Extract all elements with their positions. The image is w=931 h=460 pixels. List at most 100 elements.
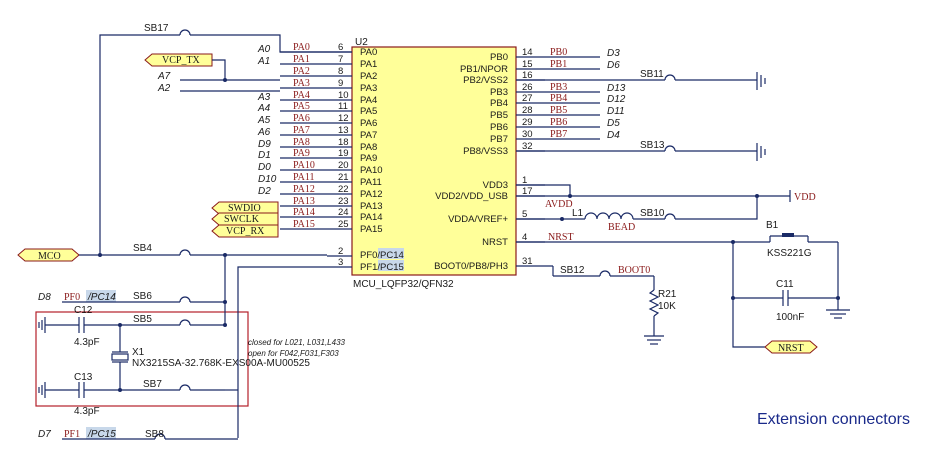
chip-right-num-29: 29 bbox=[522, 117, 533, 128]
net-label-pa6: PA6 bbox=[293, 113, 310, 124]
chip-right-name-pb2-vss2: PB2/VSS2 bbox=[463, 75, 508, 86]
arduino-label-a0: A0 bbox=[257, 44, 271, 55]
net-label-pa2: PA2 bbox=[293, 66, 310, 77]
net-label-pb4: PB4 bbox=[550, 93, 567, 104]
pin-num-10: 10 bbox=[338, 90, 349, 101]
sb7-label: SB7 bbox=[143, 379, 162, 390]
arduino-label-d2: D2 bbox=[258, 186, 271, 197]
chip-right-num-28: 28 bbox=[522, 105, 533, 116]
pin-num-11: 11 bbox=[338, 101, 348, 112]
pin-name-pf0: PF0/PC14 bbox=[360, 250, 404, 261]
arduino-label-a6: A6 bbox=[257, 127, 271, 138]
arduino-label-d5: D5 bbox=[607, 118, 620, 129]
pin-num-21: 21 bbox=[338, 172, 349, 183]
svg-text:NRST: NRST bbox=[778, 343, 804, 354]
chip-right-num-1: 1 bbox=[522, 175, 527, 186]
net-label-pb5: PB5 bbox=[550, 105, 567, 116]
net-label-pa14: PA14 bbox=[293, 207, 315, 218]
chip-right-name-pb8-vss3: PB8/VSS3 bbox=[463, 146, 508, 157]
c13-val: 4.3pF bbox=[74, 406, 100, 417]
net-label-pa11: PA11 bbox=[293, 172, 315, 183]
chip-right-name-nrst: NRST bbox=[482, 237, 508, 248]
chip-right-name-pb0: PB0 bbox=[490, 52, 508, 63]
r21-ref: R21 bbox=[658, 289, 677, 300]
pin-num-6: 6 bbox=[338, 42, 343, 53]
pin-name-pa9: PA9 bbox=[360, 153, 377, 164]
net-label-pa9: PA9 bbox=[293, 148, 310, 159]
b1-ref: B1 bbox=[766, 220, 779, 231]
bead-l1 bbox=[584, 212, 634, 220]
osc-note1: closed for L021, L031,L433 bbox=[248, 338, 346, 347]
pin-name-pa8: PA8 bbox=[360, 142, 377, 153]
b1-val: KSS221G bbox=[767, 248, 812, 259]
svg-text:VCP_RX: VCP_RX bbox=[226, 226, 265, 237]
chip-right-num-32: 32 bbox=[522, 141, 533, 152]
chip-right-name-pb3: PB3 bbox=[490, 87, 508, 98]
chip-right-num-27: 27 bbox=[522, 93, 533, 104]
boot0-net: BOOT0 bbox=[618, 265, 650, 276]
chip-part: MCU_LQFP32/QFN32 bbox=[353, 279, 454, 290]
chip-right-name-pb7: PB7 bbox=[490, 134, 508, 145]
pin-num-23: 23 bbox=[338, 196, 349, 207]
arduino-label-a7: A7 bbox=[157, 71, 171, 82]
net-label-pb0: PB0 bbox=[550, 47, 567, 58]
pin-num-19: 19 bbox=[338, 148, 349, 159]
pin-name-pa12: PA12 bbox=[360, 189, 383, 200]
chip-right-num-31: 31 bbox=[522, 256, 533, 267]
arduino-label-d1: D1 bbox=[258, 150, 271, 161]
arduino-label-a3: A3 bbox=[257, 92, 271, 103]
sb17-label: SB17 bbox=[144, 23, 169, 34]
chip-right-num-4: 4 bbox=[522, 232, 527, 243]
chip-right-name-boot0: BOOT0/PB8/PH3 bbox=[434, 261, 508, 272]
pin-num-7: 7 bbox=[338, 54, 343, 65]
arduino-label-d0: D0 bbox=[258, 162, 271, 173]
right-net-labels: PB0 D3 PB1 D6 PB3 D13 PB4 D12 PB5 D11 PB6 D5 PB7 D4 bbox=[545, 47, 626, 141]
title-extension-connectors: Extension connectors bbox=[757, 411, 910, 428]
chip-right-num-17: 17 bbox=[522, 186, 533, 197]
arduino-label-a4: A4 bbox=[257, 103, 271, 114]
pin-name-pa14: PA14 bbox=[360, 212, 383, 223]
c12-ref: C12 bbox=[74, 305, 93, 316]
osc-d8: D8 bbox=[38, 292, 51, 303]
pin-name-pa4: PA4 bbox=[360, 95, 377, 106]
pin-name-pf1: PF1/PC15 bbox=[360, 262, 404, 273]
sb4-label: SB4 bbox=[133, 243, 152, 254]
osc-pc15: /PC15 bbox=[87, 429, 116, 440]
pin-name-pa15: PA15 bbox=[360, 224, 383, 235]
chip-right-num-16: 16 bbox=[522, 70, 533, 81]
pin-name-pa10: PA10 bbox=[360, 165, 383, 176]
pin-num-3: 3 bbox=[338, 257, 343, 268]
chip-right-name-pb6: PB6 bbox=[490, 122, 508, 133]
net-label-pa10: PA10 bbox=[293, 160, 315, 171]
l1-ref: L1 bbox=[572, 208, 584, 219]
reset-button-b1 bbox=[782, 233, 794, 237]
avdd-label: AVDD bbox=[545, 199, 573, 210]
pin-num-20: 20 bbox=[338, 160, 349, 171]
chip-right-num-15: 15 bbox=[522, 59, 533, 70]
net-label-pb1: PB1 bbox=[550, 59, 567, 70]
svg-text:SWCLK: SWCLK bbox=[224, 214, 260, 225]
sb5-label: SB5 bbox=[133, 314, 152, 325]
svg-text:MCO: MCO bbox=[38, 251, 61, 262]
net-label-pa7: PA7 bbox=[293, 125, 310, 136]
net-label-pa3: PA3 bbox=[293, 78, 310, 89]
pin-num-25: 25 bbox=[338, 219, 349, 230]
arduino-label-a1: A1 bbox=[257, 56, 270, 67]
chip-right-name-vdda-vref-: VDDA/VREF+ bbox=[448, 214, 508, 225]
pin-name-pa13: PA13 bbox=[360, 201, 383, 212]
crystal-x1 bbox=[111, 353, 129, 361]
c13-ref: C13 bbox=[74, 372, 93, 383]
pin-name-pa7: PA7 bbox=[360, 130, 377, 141]
pin-num-22: 22 bbox=[338, 184, 349, 195]
chip-right-num-26: 26 bbox=[522, 82, 533, 93]
arduino-label-d9: D9 bbox=[258, 139, 271, 150]
arduino-label-a5: A5 bbox=[257, 115, 271, 126]
r21-val: 10K bbox=[658, 301, 676, 312]
arduino-label-d10: D10 bbox=[258, 174, 277, 185]
chip-right-num-14: 14 bbox=[522, 47, 533, 58]
arduino-label-d3: D3 bbox=[607, 48, 620, 59]
svg-text:SWDIO: SWDIO bbox=[228, 203, 261, 214]
pin-num-18: 18 bbox=[338, 137, 349, 148]
chip-right-name-pb5: PB5 bbox=[490, 110, 508, 121]
osc-pf0: PF0 bbox=[64, 292, 80, 303]
